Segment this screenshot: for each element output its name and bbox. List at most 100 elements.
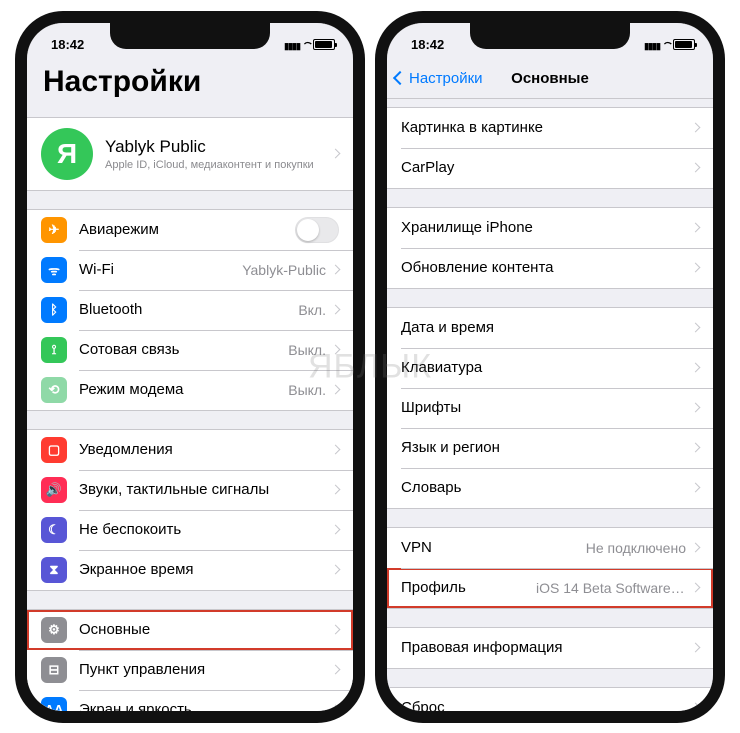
settings-row-VPN[interactable]: VPNНе подключено bbox=[387, 528, 713, 568]
settings-row-Язык и регион[interactable]: Язык и регион bbox=[387, 428, 713, 468]
avatar: Я bbox=[41, 128, 93, 180]
back-button[interactable]: Настройки bbox=[395, 70, 483, 87]
chevron-right-icon bbox=[331, 665, 341, 675]
apple-id-row[interactable]: Я Yablyk Public Apple ID, iCloud, медиак… bbox=[27, 117, 353, 191]
row-label: Сотовая связь bbox=[79, 341, 288, 358]
back-label: Настройки bbox=[409, 70, 483, 87]
signal-icon bbox=[284, 37, 300, 52]
profile-sub: Apple ID, iCloud, медиаконтент и покупки bbox=[105, 159, 332, 171]
row-label: Обновление контента bbox=[401, 259, 692, 276]
row-label: Экранное время bbox=[79, 561, 332, 578]
chevron-right-icon bbox=[691, 483, 701, 493]
row-label: Сброс bbox=[401, 699, 692, 711]
chevron-right-icon bbox=[691, 263, 701, 273]
row-label: Словарь bbox=[401, 479, 692, 496]
settings-row-Сброс[interactable]: Сброс bbox=[387, 688, 713, 711]
row-label: Режим модема bbox=[79, 381, 288, 398]
settings-row-Сотовая связь[interactable]: ⟟ Сотовая связьВыкл. bbox=[27, 330, 353, 370]
settings-row-Дата и время[interactable]: Дата и время bbox=[387, 308, 713, 348]
chevron-left-icon bbox=[393, 71, 407, 85]
chevron-right-icon bbox=[331, 149, 341, 159]
navbar: Настройки Основные bbox=[387, 59, 713, 99]
settings-row-Режим модема[interactable]: ⟲Режим модемаВыкл. bbox=[27, 370, 353, 410]
row-detail: Выкл. bbox=[288, 342, 326, 358]
settings-row-Шрифты[interactable]: Шрифты bbox=[387, 388, 713, 428]
row-label: Не беспокоить bbox=[79, 521, 332, 538]
row-label: Хранилище iPhone bbox=[401, 219, 692, 236]
battery-icon bbox=[673, 39, 695, 50]
chevron-right-icon bbox=[331, 485, 341, 495]
row-label: Пункт управления bbox=[79, 661, 332, 678]
wifi-status-icon bbox=[304, 37, 309, 53]
chevron-right-icon bbox=[691, 123, 701, 133]
row-detail: Не подключено bbox=[586, 540, 686, 556]
status-time: 18:42 bbox=[411, 37, 444, 52]
dnd-icon: ☾ bbox=[41, 517, 67, 543]
notifications-icon: ▢ bbox=[41, 437, 67, 463]
chevron-right-icon bbox=[691, 643, 701, 653]
sounds-icon: 🔊 bbox=[41, 477, 67, 503]
settings-row-Авиарежим[interactable]: ✈ Авиарежим bbox=[27, 210, 353, 250]
chevron-right-icon bbox=[331, 445, 341, 455]
row-label: Bluetooth bbox=[79, 301, 298, 318]
row-label: Шрифты bbox=[401, 399, 692, 416]
chevron-right-icon bbox=[331, 565, 341, 575]
settings-row-Bluetooth[interactable]: ᛒ BluetoothВкл. bbox=[27, 290, 353, 330]
settings-row-Клавиатура[interactable]: Клавиатура bbox=[387, 348, 713, 388]
settings-row-CarPlay[interactable]: CarPlay bbox=[387, 148, 713, 188]
settings-row-Картинка в картинке[interactable]: Картинка в картинке bbox=[387, 108, 713, 148]
row-label: Авиарежим bbox=[79, 221, 295, 238]
row-label: Клавиатура bbox=[401, 359, 692, 376]
row-label: Язык и регион bbox=[401, 439, 692, 456]
settings-row-Обновление контента[interactable]: Обновление контента bbox=[387, 248, 713, 288]
settings-row-Wi-Fi[interactable]: ᯤWi-FiYablyk-Public bbox=[27, 250, 353, 290]
settings-row-Уведомления[interactable]: ▢Уведомления bbox=[27, 430, 353, 470]
profile-name: Yablyk Public bbox=[105, 137, 332, 157]
settings-row-Не беспокоить[interactable]: ☾ Не беспокоить bbox=[27, 510, 353, 550]
chevron-right-icon bbox=[691, 403, 701, 413]
settings-row-Экранное время[interactable]: ⧗ Экранное время bbox=[27, 550, 353, 590]
chevron-right-icon bbox=[691, 323, 701, 333]
row-label: Звуки, тактильные сигналы bbox=[79, 481, 332, 498]
settings-row-Основные[interactable]: ⚙ Основные bbox=[27, 610, 353, 650]
row-label: Экран и яркость bbox=[79, 701, 332, 711]
airplane-icon: ✈ bbox=[41, 217, 67, 243]
phone-right: 18:42 Настройки Основные Картинка в карт… bbox=[375, 11, 725, 723]
chevron-right-icon bbox=[331, 525, 341, 535]
settings-row-Правовая информация[interactable]: Правовая информация bbox=[387, 628, 713, 668]
chevron-right-icon bbox=[331, 345, 341, 355]
row-label: Дата и время bbox=[401, 319, 692, 336]
row-label: Основные bbox=[79, 621, 332, 638]
general-scroll[interactable]: Картинка в картинке CarPlay Хранилище iPh… bbox=[387, 99, 713, 711]
settings-row-Профиль[interactable]: ПрофильiOS 14 Beta Software Profile bbox=[387, 568, 713, 608]
chevron-right-icon bbox=[691, 543, 701, 553]
notch bbox=[470, 23, 630, 49]
row-label: Правовая информация bbox=[401, 639, 692, 656]
row-detail: Выкл. bbox=[288, 382, 326, 398]
toggle[interactable] bbox=[295, 217, 339, 243]
display-icon: AA bbox=[41, 697, 67, 711]
chevron-right-icon bbox=[691, 443, 701, 453]
row-label: Картинка в картинке bbox=[401, 119, 692, 136]
bluetooth-icon: ᛒ bbox=[41, 297, 67, 323]
chevron-right-icon bbox=[331, 265, 341, 275]
nav-title: Основные bbox=[511, 70, 589, 87]
cellular-icon: ⟟ bbox=[41, 337, 67, 363]
screentime-icon: ⧗ bbox=[41, 557, 67, 583]
general-icon: ⚙ bbox=[41, 617, 67, 643]
chevron-right-icon bbox=[331, 305, 341, 315]
settings-row-Звуки, тактильные сигналы[interactable]: 🔊 Звуки, тактильные сигналы bbox=[27, 470, 353, 510]
settings-row-Пункт управления[interactable]: ⊟Пункт управления bbox=[27, 650, 353, 690]
row-label: CarPlay bbox=[401, 159, 692, 176]
settings-row-Хранилище iPhone[interactable]: Хранилище iPhone bbox=[387, 208, 713, 248]
page-title: Настройки bbox=[27, 59, 353, 109]
wifi-icon: ᯤ bbox=[41, 257, 67, 283]
settings-row-Словарь[interactable]: Словарь bbox=[387, 468, 713, 508]
settings-scroll[interactable]: Настройки Я Yablyk Public Apple ID, iClo… bbox=[27, 59, 353, 711]
chevron-right-icon bbox=[331, 385, 341, 395]
wifi-status-icon bbox=[664, 37, 669, 53]
row-detail: Вкл. bbox=[298, 302, 326, 318]
chevron-right-icon bbox=[691, 703, 701, 711]
chevron-right-icon bbox=[691, 163, 701, 173]
settings-row-Экран и яркость[interactable]: AA Экран и яркость bbox=[27, 690, 353, 711]
